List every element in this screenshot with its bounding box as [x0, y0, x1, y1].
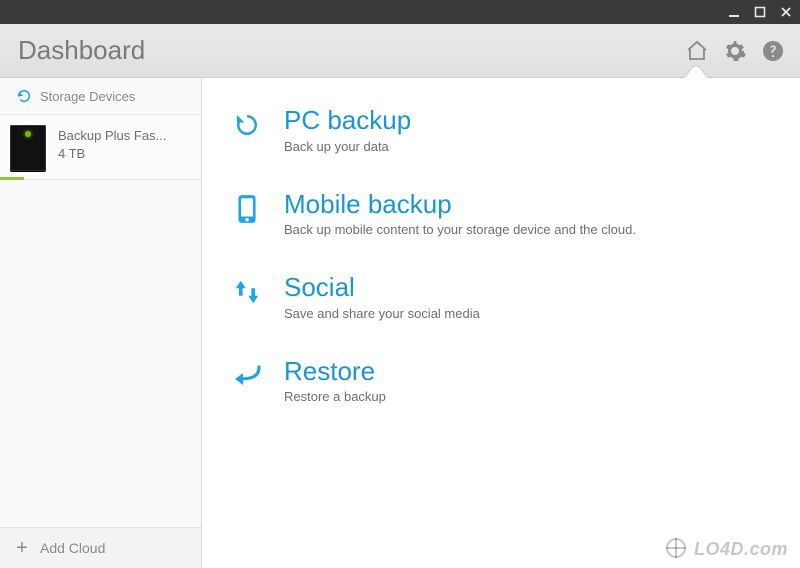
page-title: Dashboard — [18, 35, 684, 66]
mobile-icon — [230, 190, 264, 224]
minimize-button[interactable] — [726, 4, 742, 20]
sidebar-section-label: Storage Devices — [40, 89, 135, 104]
device-name: Backup Plus Fas... — [58, 127, 191, 145]
gear-icon[interactable] — [722, 38, 748, 64]
action-description: Back up your data — [284, 139, 772, 154]
header-icon-group — [684, 38, 786, 64]
action-restore[interactable]: Restore Restore a backup — [226, 347, 776, 431]
restore-arrow-icon — [230, 106, 264, 140]
hard-drive-icon — [10, 125, 46, 171]
return-arrow-icon — [230, 357, 264, 391]
action-title: Social — [284, 273, 772, 302]
action-mobile-backup[interactable]: Mobile backup Back up mobile content to … — [226, 180, 776, 264]
device-item[interactable]: Backup Plus Fas... 4 TB — [0, 115, 201, 180]
app-body: Storage Devices Backup Plus Fas... 4 TB … — [0, 78, 800, 568]
close-button[interactable] — [778, 4, 794, 20]
help-icon[interactable] — [760, 38, 786, 64]
action-title: Mobile backup — [284, 190, 772, 219]
window-titlebar — [0, 0, 800, 24]
main-content: PC backup Back up your data Mobile backu… — [202, 78, 800, 568]
action-description: Restore a backup — [284, 389, 772, 404]
home-icon[interactable] — [684, 38, 710, 64]
device-usage-bar — [0, 177, 24, 180]
refresh-icon — [16, 88, 32, 104]
sync-arrows-icon — [230, 273, 264, 307]
action-description: Back up mobile content to your storage d… — [284, 222, 772, 237]
maximize-button[interactable] — [752, 4, 768, 20]
action-title: Restore — [284, 357, 772, 386]
plus-icon: + — [14, 540, 30, 556]
add-cloud-label: Add Cloud — [40, 540, 105, 556]
action-description: Save and share your social media — [284, 306, 772, 321]
sidebar-spacer — [0, 180, 201, 527]
sidebar: Storage Devices Backup Plus Fas... 4 TB … — [0, 78, 202, 568]
action-pc-backup[interactable]: PC backup Back up your data — [226, 96, 776, 180]
app-header: Dashboard — [0, 24, 800, 78]
sidebar-section-storage[interactable]: Storage Devices — [0, 78, 201, 115]
device-text: Backup Plus Fas... 4 TB — [58, 125, 191, 171]
action-social[interactable]: Social Save and share your social media — [226, 263, 776, 347]
action-title: PC backup — [284, 106, 772, 135]
device-capacity: 4 TB — [58, 145, 191, 163]
add-cloud-button[interactable]: + Add Cloud — [0, 527, 201, 568]
